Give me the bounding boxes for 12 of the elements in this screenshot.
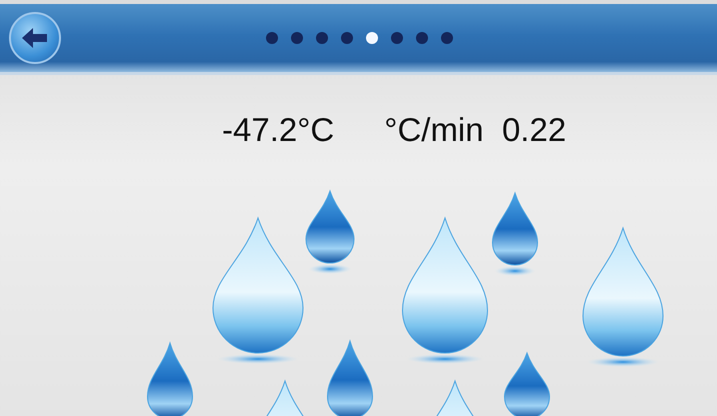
page-dot[interactable] (441, 32, 453, 44)
page-dot[interactable] (391, 32, 403, 44)
arrow-left-icon (20, 25, 50, 51)
page-dot[interactable] (416, 32, 428, 44)
page-dot[interactable] (291, 32, 303, 44)
page-dot[interactable] (341, 32, 353, 44)
page-dot[interactable] (266, 32, 278, 44)
cooling-rate-reading: °C/min 0.22 (384, 110, 566, 148)
page-dot[interactable] (316, 32, 328, 44)
page-dot[interactable] (366, 32, 378, 44)
temperature-reading: -47.2°C (222, 110, 334, 148)
back-button[interactable] (9, 12, 61, 64)
